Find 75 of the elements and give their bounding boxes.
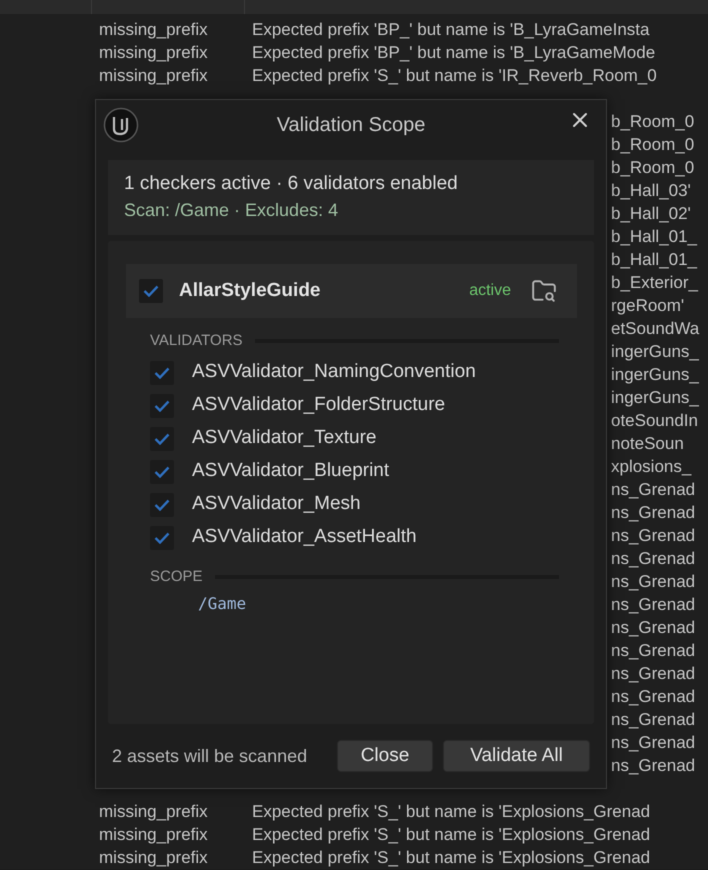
validator-label: ASVValidator_Blueprint (192, 459, 390, 484)
checkbox[interactable] (150, 426, 174, 450)
validator-label: ASVValidator_NamingConvention (192, 360, 476, 384)
status-label: active (469, 281, 511, 301)
checkmark-icon (154, 498, 170, 510)
problem-cell-text: b_Room_0 (611, 134, 694, 156)
dialog-button[interactable]: Validate All (443, 740, 590, 772)
validator-label: ASVValidator_FolderStructure (192, 393, 446, 418)
problem-cell-text: rgeRoom' (611, 294, 684, 317)
problem-cell-text: etSoundWa (611, 318, 700, 340)
rule-cell-text: missing_prefix (98, 18, 209, 41)
logo-icon (103, 107, 139, 143)
problem-cell-text: b_Room_0 (611, 156, 694, 179)
problem-cell-text: b_Hall_03' (611, 180, 691, 202)
problem-cell-text: Expected prefix 'BP_' but name is 'B_LyraGameMode (251, 42, 656, 64)
problem-cell-text: Expected prefix 'S_' but name is 'Explosions_Grenad (251, 846, 650, 869)
checkbox[interactable] (150, 526, 174, 550)
problem-cell-text: b_Hall_01_ (611, 226, 698, 248)
validator-label: ASVValidator_Texture (192, 426, 376, 450)
scope-path: /Game (197, 593, 248, 615)
problem-cell-text: Expected prefix 'BP_' but name is 'B_LyraGameInsta (251, 18, 650, 41)
problem-cell-text: b_Exterior_ (611, 272, 698, 294)
checkbox[interactable] (150, 394, 174, 418)
checkmark-icon (143, 285, 159, 297)
problem-cell-text: ns_Grenad (611, 754, 696, 777)
checkmark-icon (154, 400, 170, 412)
section-heading: VALIDATORS (150, 332, 243, 350)
checkmark-icon (154, 532, 170, 544)
problem-cell-text: ns_Grenad (611, 662, 696, 685)
dialog-button[interactable]: Close (337, 740, 433, 772)
problem-cell-text: b_Room_0 (611, 110, 694, 133)
footer-text: 2 assets will be scanned (112, 744, 308, 768)
problem-cell-text: Expected prefix 'S_' but name is 'Explosions_Grenad (251, 824, 650, 846)
problem-cell-text: ns_Grenad (611, 640, 696, 662)
problem-cell-text: ns_Grenad (611, 570, 696, 593)
checker-row[interactable]: AllarStyleGuide active (126, 264, 577, 318)
rule-cell-text: missing_prefix (98, 846, 209, 869)
problem-cell-text: ns_Grenad (611, 594, 696, 616)
checker-name: AllarStyleGuide (179, 278, 322, 303)
checkmark-icon (154, 366, 170, 378)
summary-text: 1 checkers active · 6 validators enabled (124, 172, 459, 196)
validator-label: ASVValidator_Mesh (192, 492, 361, 516)
rule-cell-text: missing_prefix (98, 42, 209, 64)
problem-cell-text: Expected prefix 'S_' but name is 'IR_Reverb_Room_0 (251, 64, 657, 87)
checkmark-icon (154, 432, 170, 444)
scan-text: Scan: /Game · Excludes: 4 (124, 199, 340, 221)
checkbox[interactable] (150, 360, 174, 384)
problem-cell-text: ingerGuns_ (611, 340, 699, 363)
problem-cell-text: xplosions_ (611, 456, 692, 478)
checkbox[interactable] (150, 460, 174, 484)
problem-cell-text: b_Hall_02' (611, 202, 691, 225)
problem-cell-text: ns_Grenad (611, 732, 696, 754)
rule-cell-text: missing_prefix (98, 64, 209, 87)
problem-cell-text: Expected prefix 'S_' but name is 'Explosions_Grenad (251, 800, 650, 823)
validator-label: ASVValidator_AssetHealth (192, 525, 417, 550)
section-heading: SCOPE (150, 568, 203, 586)
rule-cell-text: missing_prefix (98, 800, 209, 823)
problem-cell-text: ns_Grenad (611, 502, 696, 524)
problem-cell-text: ns_Grenad (611, 478, 696, 501)
problem-cell-text: ns_Grenad (611, 686, 696, 708)
window-title: Validation Scope (276, 113, 426, 138)
problem-cell-text: ns_Grenad (611, 548, 696, 570)
checkmark-icon (154, 466, 170, 478)
checkbox[interactable] (150, 492, 174, 516)
problem-cell-text: oteSoundIn (611, 410, 698, 432)
problem-cell-text: ns_Grenad (611, 616, 696, 639)
problem-cell-text: ingerGuns_ (611, 386, 699, 409)
problem-cell-text: noteSoun (611, 432, 684, 455)
problem-cell-text: ingerGuns_ (611, 364, 699, 386)
rule-cell-text: missing_prefix (98, 824, 209, 846)
folder-search-icon[interactable] (531, 278, 557, 304)
problem-cell-text: b_Hall_01_ (611, 248, 698, 271)
problem-cell-text: ns_Grenad (611, 708, 696, 731)
checkbox[interactable] (139, 279, 163, 303)
problem-cell-text: ns_Grenad (611, 524, 696, 547)
